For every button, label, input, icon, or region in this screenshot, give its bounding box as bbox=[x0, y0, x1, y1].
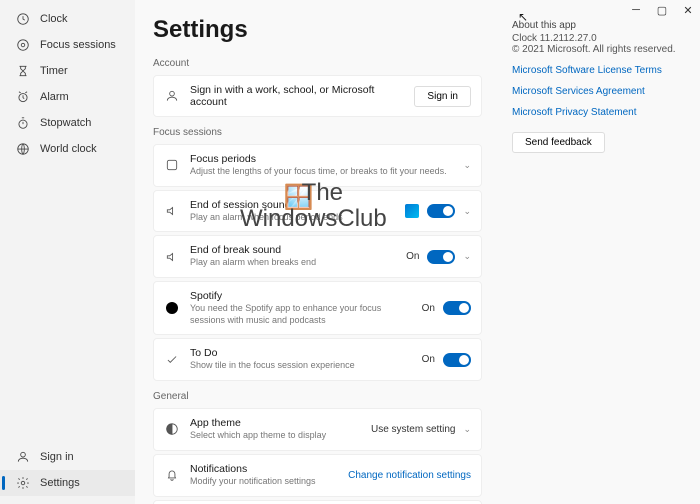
alarm-icon bbox=[16, 90, 30, 104]
toggle-state: On bbox=[422, 303, 435, 314]
sidebar-item-label: Stopwatch bbox=[40, 117, 91, 129]
card-desc: You need the Spotify app to enhance your… bbox=[190, 303, 412, 326]
sidebar-item-settings[interactable]: Settings bbox=[0, 470, 135, 496]
card-title: Spotify bbox=[190, 290, 412, 302]
notifications-row: Notifications Modify your notification s… bbox=[153, 454, 482, 497]
sidebar-item-label: Clock bbox=[40, 13, 68, 25]
chevron-down-icon[interactable]: ⌄ bbox=[463, 424, 471, 435]
services-link[interactable]: Microsoft Services Agreement bbox=[512, 86, 682, 97]
chevron-down-icon: ⌄ bbox=[463, 160, 471, 171]
change-notification-link[interactable]: Change notification settings bbox=[348, 470, 471, 481]
sidebar-item-label: Sign in bbox=[40, 451, 74, 463]
todo-toggle[interactable] bbox=[443, 353, 471, 367]
signin-button[interactable]: Sign in bbox=[414, 86, 471, 107]
card-title: Focus periods bbox=[190, 153, 453, 165]
sidebar: Clock Focus sessions Timer Alarm Stopwat… bbox=[0, 0, 135, 504]
card-desc: Play an alarm when breaks end bbox=[190, 257, 396, 269]
gear-icon bbox=[16, 476, 30, 490]
feedback-button[interactable]: Send feedback bbox=[512, 132, 605, 153]
section-focus-label: Focus sessions bbox=[153, 127, 482, 138]
focus-periods-icon bbox=[164, 157, 180, 173]
clock-icon bbox=[16, 12, 30, 26]
privacy-link[interactable]: Microsoft Privacy Statement bbox=[512, 107, 682, 118]
about-version: Clock 11.2112.27.0 bbox=[512, 33, 682, 44]
sound-icon bbox=[164, 203, 180, 219]
focus-periods-row[interactable]: Focus periods Adjust the lengths of your… bbox=[153, 144, 482, 187]
minimize-button[interactable]: ─ bbox=[630, 4, 642, 17]
section-general-label: General bbox=[153, 391, 482, 402]
card-desc: Show tile in the focus session experienc… bbox=[190, 360, 412, 372]
app-theme-row[interactable]: App theme Select which app theme to disp… bbox=[153, 408, 482, 451]
person-icon bbox=[164, 88, 180, 104]
stopwatch-icon bbox=[16, 116, 30, 130]
card-desc: Select which app theme to display bbox=[190, 430, 361, 442]
about-copyright: © 2021 Microsoft. All rights reserved. bbox=[512, 44, 682, 55]
theme-value: Use system setting bbox=[371, 424, 455, 435]
sound-tile-icon bbox=[405, 204, 419, 218]
spotify-icon bbox=[164, 300, 180, 316]
focus-icon bbox=[16, 38, 30, 52]
maximize-button[interactable]: ▢ bbox=[656, 4, 668, 17]
page-title: Settings bbox=[153, 16, 482, 44]
sidebar-item-signin[interactable]: Sign in bbox=[0, 444, 135, 470]
end-break-sound-row: End of break sound Play an alarm when br… bbox=[153, 235, 482, 278]
sidebar-item-label: Alarm bbox=[40, 91, 69, 103]
sidebar-item-label: Settings bbox=[40, 477, 80, 489]
about-title: About this app bbox=[512, 20, 682, 31]
account-signin-row: Sign in with a work, school, or Microsof… bbox=[153, 75, 482, 117]
section-account-label: Account bbox=[153, 58, 482, 69]
toggle-state: On bbox=[422, 354, 435, 365]
sidebar-item-focus[interactable]: Focus sessions bbox=[0, 32, 135, 58]
card-title: To Do bbox=[190, 347, 412, 359]
sidebar-item-stopwatch[interactable]: Stopwatch bbox=[0, 110, 135, 136]
sidebar-item-label: Timer bbox=[40, 65, 68, 77]
privacy-row: Privacy Your data is stored on your devi… bbox=[153, 500, 482, 504]
chevron-down-icon[interactable]: ⌄ bbox=[463, 206, 471, 217]
end-session-sound-row: End of session sound Play an alarm when … bbox=[153, 190, 482, 233]
toggle-state: On bbox=[406, 251, 419, 262]
card-title: Notifications bbox=[190, 463, 338, 475]
card-desc: Play an alarm when focus period ends bbox=[190, 212, 395, 224]
world-icon bbox=[16, 142, 30, 156]
signin-text: Sign in with a work, school, or Microsof… bbox=[190, 84, 404, 108]
todo-icon bbox=[164, 352, 180, 368]
close-button[interactable]: ✕ bbox=[682, 4, 694, 17]
spotify-row: Spotify You need the Spotify app to enha… bbox=[153, 281, 482, 335]
sidebar-item-label: Focus sessions bbox=[40, 39, 116, 51]
sound-icon bbox=[164, 249, 180, 265]
timer-icon bbox=[16, 64, 30, 78]
sidebar-item-clock[interactable]: Clock bbox=[0, 6, 135, 32]
sidebar-item-world[interactable]: World clock bbox=[0, 136, 135, 162]
end-session-toggle[interactable] bbox=[427, 204, 455, 218]
chevron-down-icon[interactable]: ⌄ bbox=[463, 251, 471, 262]
sidebar-item-alarm[interactable]: Alarm bbox=[0, 84, 135, 110]
end-break-toggle[interactable] bbox=[427, 250, 455, 264]
license-link[interactable]: Microsoft Software License Terms bbox=[512, 65, 682, 76]
card-title: End of session sound bbox=[190, 199, 395, 211]
card-desc: Modify your notification settings bbox=[190, 476, 338, 488]
about-panel: About this app Clock 11.2112.27.0 © 2021… bbox=[512, 16, 682, 494]
card-title: App theme bbox=[190, 417, 361, 429]
spotify-toggle[interactable] bbox=[443, 301, 471, 315]
person-icon bbox=[16, 450, 30, 464]
bell-icon bbox=[164, 467, 180, 483]
card-desc: Adjust the lengths of your focus time, o… bbox=[190, 166, 453, 178]
sidebar-item-label: World clock bbox=[40, 143, 97, 155]
card-title: End of break sound bbox=[190, 244, 396, 256]
todo-row: To Do Show tile in the focus session exp… bbox=[153, 338, 482, 381]
sidebar-item-timer[interactable]: Timer bbox=[0, 58, 135, 84]
theme-icon bbox=[164, 421, 180, 437]
